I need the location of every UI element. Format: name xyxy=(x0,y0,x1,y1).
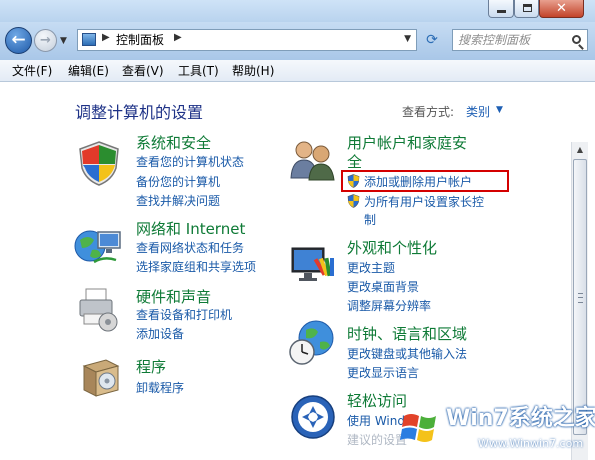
category-appearance[interactable]: 外观和个性化 xyxy=(347,238,437,258)
maximize-icon xyxy=(523,4,532,12)
category-system-security[interactable]: 系统和安全 xyxy=(136,133,211,153)
breadcrumb-separator-icon[interactable]: ▶ xyxy=(174,32,182,43)
menu-help[interactable]: 帮助(H) xyxy=(232,63,274,79)
scrollbar-thumb[interactable] xyxy=(573,159,587,435)
address-dropdown-icon[interactable]: ▼ xyxy=(404,34,411,44)
link-parental-controls-wrap[interactable]: 制 xyxy=(364,212,376,228)
minimize-button[interactable] xyxy=(488,0,514,18)
refresh-icon: ⟳ xyxy=(426,32,438,48)
control-panel-icon xyxy=(82,33,96,46)
view-by-dropdown[interactable]: 类别 xyxy=(466,104,490,120)
navigation-bar: ← → ▼ ▶ 控制面板 ▶ ▼ ⟳ 搜索控制面板 xyxy=(0,22,595,60)
search-placeholder[interactable]: 搜索控制面板 xyxy=(458,32,530,48)
category-hardware-sound[interactable]: 硬件和声音 xyxy=(136,287,211,307)
watermark-url: Www.Winwin7.com xyxy=(478,437,584,450)
windows-logo-watermark-icon xyxy=(400,414,436,442)
link-devices-printers[interactable]: 查看设备和打印机 xyxy=(136,307,232,323)
refresh-button[interactable]: ⟳ xyxy=(422,31,442,49)
link-adjust-resolution[interactable]: 调整屏幕分辨率 xyxy=(347,298,431,314)
appearance-monitor-icon[interactable] xyxy=(290,244,336,286)
close-button[interactable]: ✕ xyxy=(539,0,584,18)
maximize-button[interactable] xyxy=(514,0,539,18)
link-change-desktop-background[interactable]: 更改桌面背景 xyxy=(347,279,419,295)
menu-tools[interactable]: 工具(T) xyxy=(178,63,219,79)
close-icon: ✕ xyxy=(556,1,567,16)
menu-view[interactable]: 查看(V) xyxy=(122,63,164,79)
search-icon[interactable] xyxy=(572,35,581,44)
control-panel-window: ✕ ← → ▼ ▶ 控制面板 ▶ ▼ ⟳ 搜索控制面板 文件(F) 编辑(E) … xyxy=(0,0,595,460)
breadcrumb-control-panel[interactable]: 控制面板 xyxy=(116,32,164,48)
programs-box-icon[interactable] xyxy=(78,354,122,400)
category-clock-language-region[interactable]: 时钟、语言和区域 xyxy=(347,324,467,344)
minimize-icon xyxy=(497,10,506,13)
link-homegroup-sharing[interactable]: 选择家庭组和共享选项 xyxy=(136,259,256,275)
link-add-device[interactable]: 添加设备 xyxy=(136,326,184,342)
title-bar: ✕ xyxy=(0,0,595,22)
network-globe-icon[interactable] xyxy=(74,222,124,268)
watermark-brand: Win7系统之家 xyxy=(446,406,595,431)
uac-shield-icon xyxy=(347,194,360,208)
menu-bar: 文件(F) 编辑(E) 查看(V) 工具(T) 帮助(H) xyxy=(0,60,595,82)
link-change-display-language[interactable]: 更改显示语言 xyxy=(347,365,419,381)
link-parental-controls[interactable]: 为所有用户设置家长控 xyxy=(364,194,484,210)
link-view-computer-status[interactable]: 查看您的计算机状态 xyxy=(136,154,244,170)
grip-icon xyxy=(578,293,583,303)
forward-button[interactable]: → xyxy=(34,29,57,52)
recent-pages-dropdown-icon[interactable]: ▼ xyxy=(60,36,67,46)
chevron-down-icon[interactable]: ▼ xyxy=(496,105,503,115)
breadcrumb-separator-icon[interactable]: ▶ xyxy=(102,32,110,43)
page-title: 调整计算机的设置 xyxy=(75,103,204,122)
back-arrow-icon: ← xyxy=(11,30,26,50)
view-by-label: 查看方式: xyxy=(402,105,455,119)
ease-of-access-icon[interactable] xyxy=(290,394,336,440)
category-network-internet[interactable]: 网络和 Internet xyxy=(136,219,245,239)
link-network-status[interactable]: 查看网络状态和任务 xyxy=(136,240,244,256)
shield-icon[interactable] xyxy=(76,140,122,186)
scroll-up-arrow-icon[interactable]: ▲ xyxy=(572,142,588,158)
address-bar[interactable]: ▶ 控制面板 ▶ ▼ xyxy=(77,29,417,51)
link-change-keyboards[interactable]: 更改键盘或其他输入法 xyxy=(347,346,467,362)
category-programs[interactable]: 程序 xyxy=(136,357,166,377)
user-accounts-icon[interactable] xyxy=(288,138,338,182)
link-troubleshoot[interactable]: 查找并解决问题 xyxy=(136,193,220,209)
content-area: 调整计算机的设置 查看方式: 类别 ▼ 系统和安全 查看您的计算机状态 备份您的… xyxy=(0,82,575,460)
clock-globe-icon[interactable] xyxy=(288,318,336,366)
printer-icon[interactable] xyxy=(76,286,122,332)
menu-edit[interactable]: 编辑(E) xyxy=(68,63,109,79)
category-user-accounts[interactable]: 用户帐户和家庭安 xyxy=(347,133,467,153)
forward-arrow-icon: → xyxy=(40,33,51,48)
back-button[interactable]: ← xyxy=(5,27,32,54)
category-user-accounts-wrap[interactable]: 全 xyxy=(347,152,362,172)
highlight-box xyxy=(341,170,509,192)
search-box[interactable]: 搜索控制面板 xyxy=(452,29,588,51)
link-backup-computer[interactable]: 备份您的计算机 xyxy=(136,174,220,190)
link-uninstall-program[interactable]: 卸载程序 xyxy=(136,380,184,396)
link-change-theme[interactable]: 更改主题 xyxy=(347,260,395,276)
menu-file[interactable]: 文件(F) xyxy=(12,63,52,79)
